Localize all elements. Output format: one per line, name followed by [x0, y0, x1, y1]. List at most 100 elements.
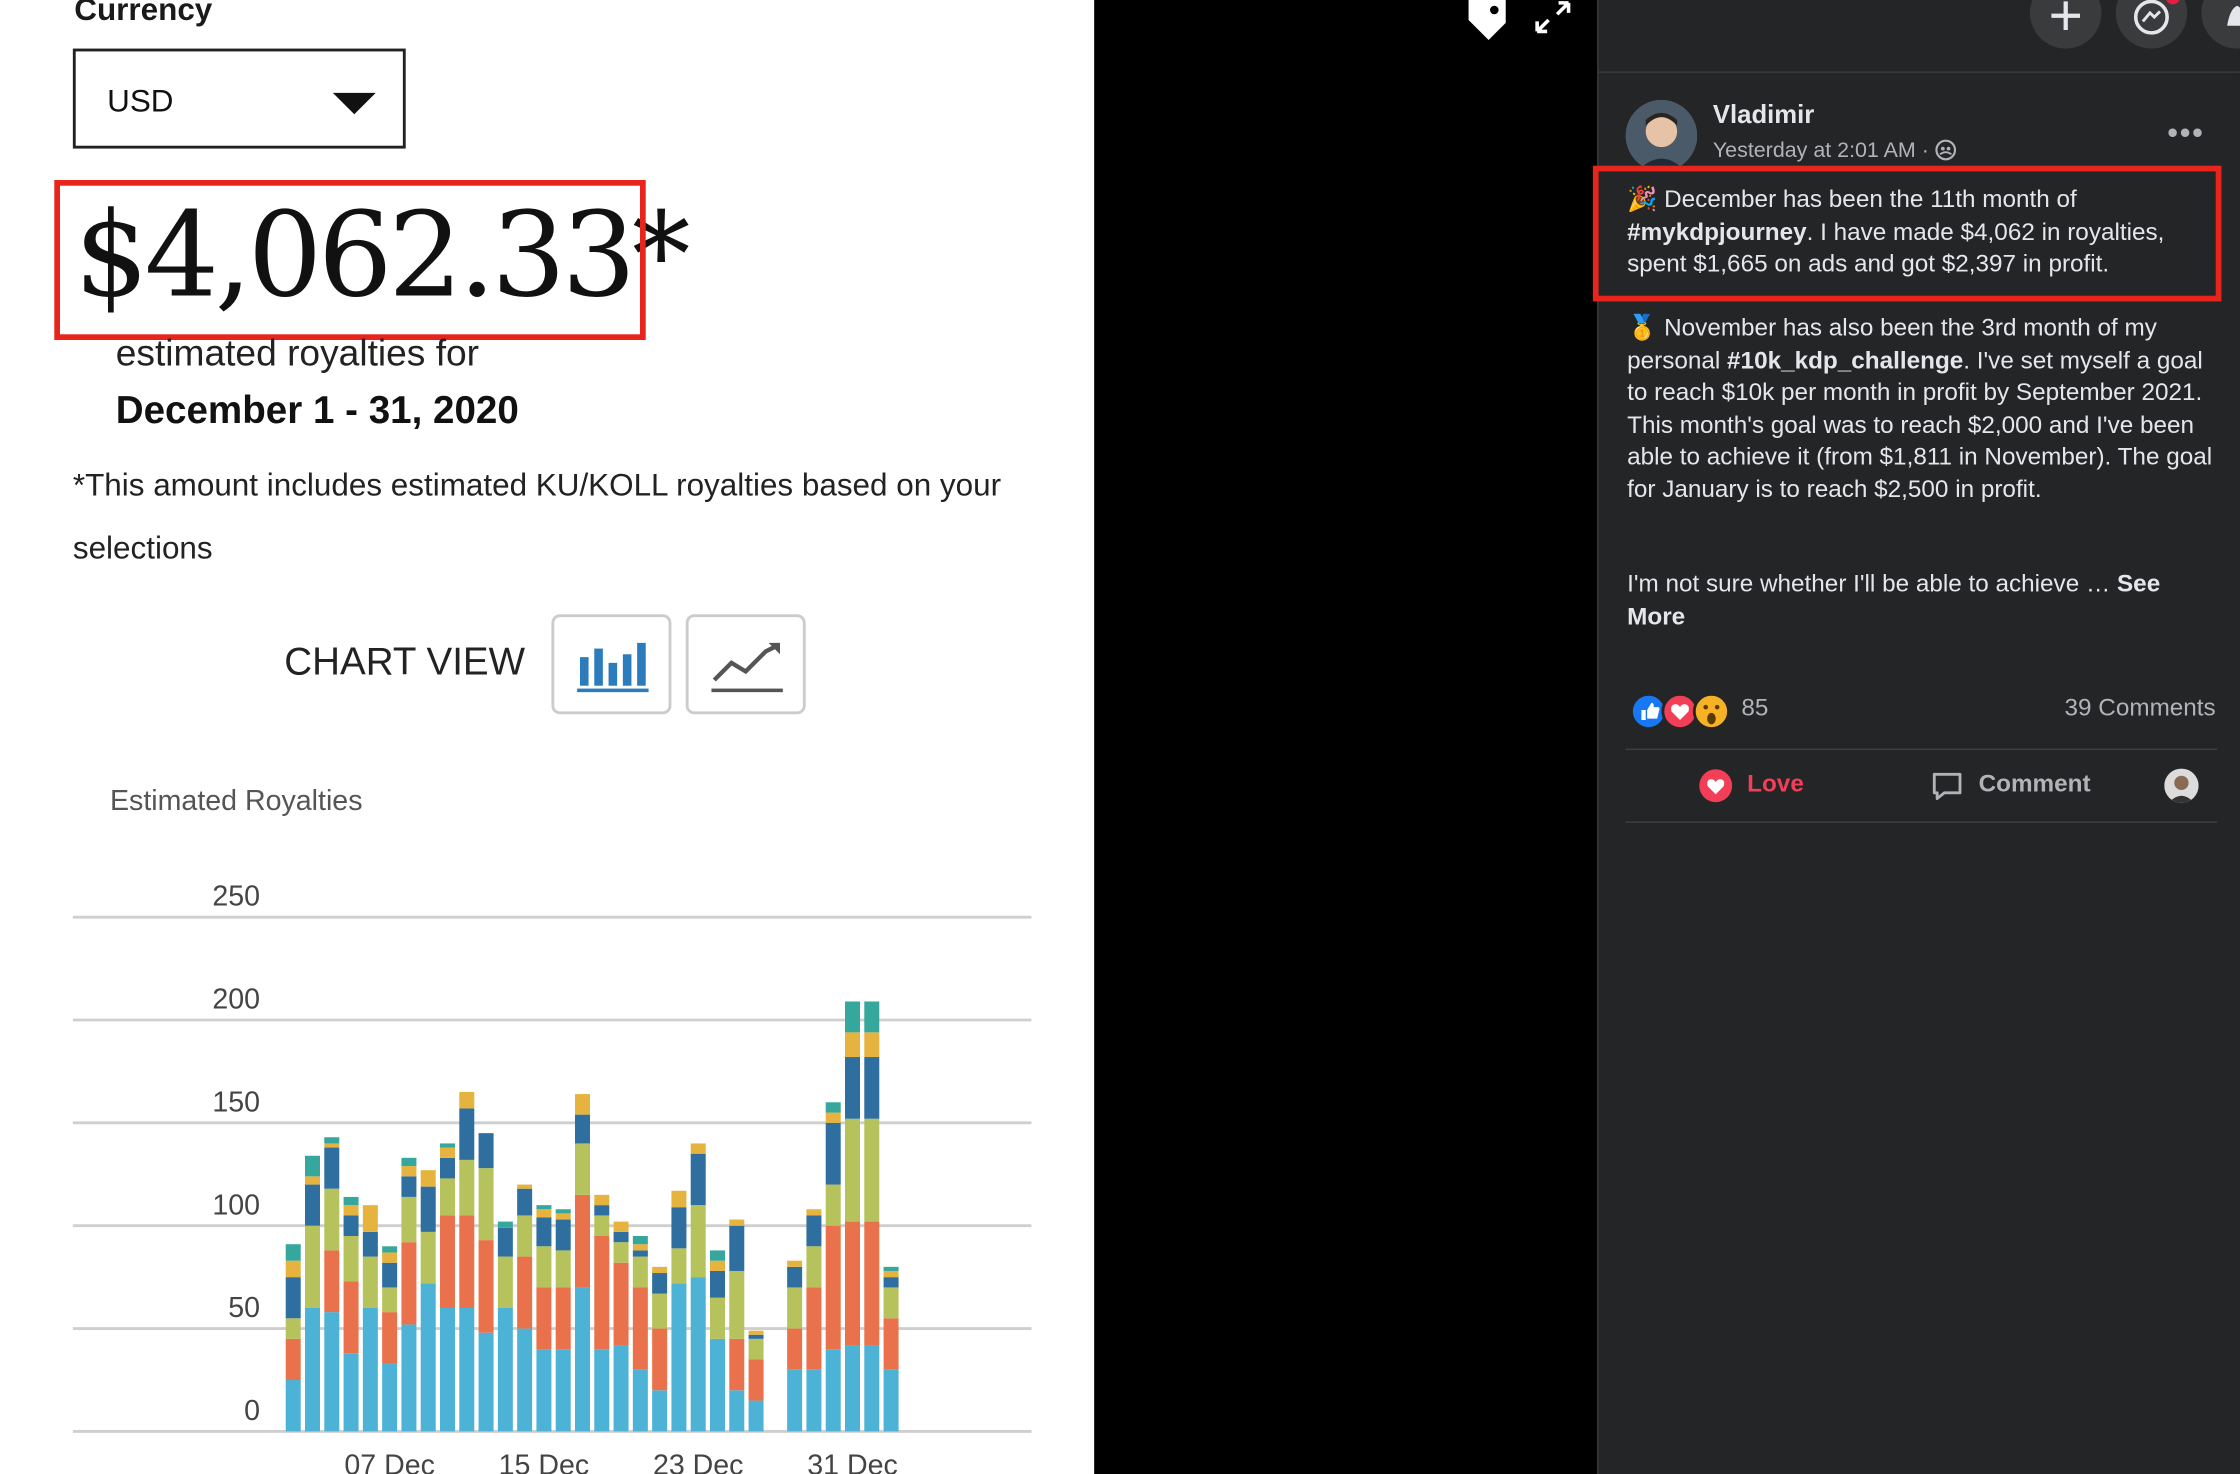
- bar-segment[interactable]: [709, 1270, 725, 1298]
- bar-segment[interactable]: [324, 1188, 340, 1251]
- bar-segment[interactable]: [806, 1215, 822, 1247]
- bar-segment[interactable]: [883, 1270, 899, 1278]
- bar-segment[interactable]: [382, 1287, 398, 1313]
- bar-segment[interactable]: [555, 1287, 571, 1350]
- bar-segment[interactable]: [439, 1143, 455, 1148]
- bar-segment[interactable]: [748, 1330, 764, 1335]
- bar-segment[interactable]: [343, 1205, 359, 1216]
- viewer-avatar[interactable]: [2164, 768, 2199, 803]
- bar-segment[interactable]: [883, 1266, 899, 1271]
- bar-segment[interactable]: [864, 1221, 880, 1346]
- currency-select[interactable]: USD: [72, 48, 406, 149]
- bar-segment[interactable]: [825, 1112, 841, 1123]
- bar-segment[interactable]: [632, 1287, 648, 1370]
- bar-segment[interactable]: [517, 1256, 533, 1329]
- bar-segment[interactable]: [285, 1338, 301, 1380]
- post-timestamp[interactable]: Yesterday at 2:01 AM ·: [1713, 139, 1958, 163]
- bar-segment[interactable]: [497, 1221, 513, 1228]
- line-chart-view-button[interactable]: [685, 614, 806, 715]
- bar-segment[interactable]: [690, 1143, 706, 1154]
- bar-segment[interactable]: [844, 1032, 860, 1058]
- author-avatar[interactable]: [1625, 99, 1698, 172]
- bar-segment[interactable]: [844, 1345, 860, 1432]
- bar-segment[interactable]: [304, 1307, 320, 1432]
- bar-segment[interactable]: [652, 1328, 668, 1391]
- bar-segment[interactable]: [632, 1244, 648, 1251]
- bar-segment[interactable]: [594, 1235, 610, 1350]
- bar-segment[interactable]: [401, 1324, 417, 1432]
- bar-segment[interactable]: [536, 1349, 552, 1432]
- bar-segment[interactable]: [497, 1227, 513, 1257]
- author-name[interactable]: Vladimir: [1713, 100, 1814, 130]
- bar-segment[interactable]: [864, 1345, 880, 1432]
- bar-segment[interactable]: [574, 1143, 590, 1195]
- bar-segment[interactable]: [652, 1266, 668, 1274]
- bar-segment[interactable]: [883, 1277, 899, 1288]
- bar-segment[interactable]: [883, 1318, 899, 1370]
- bar-segment[interactable]: [420, 1170, 436, 1187]
- bar-segment[interactable]: [864, 1032, 880, 1058]
- bar-segment[interactable]: [285, 1260, 301, 1278]
- bar-segment[interactable]: [806, 1246, 822, 1288]
- bar-segment[interactable]: [401, 1196, 417, 1243]
- bar-segment[interactable]: [574, 1114, 590, 1144]
- bar-segment[interactable]: [439, 1307, 455, 1432]
- bar-segment[interactable]: [729, 1219, 745, 1226]
- bar-segment[interactable]: [844, 1118, 860, 1222]
- bar-segment[interactable]: [613, 1221, 629, 1232]
- bar-segment[interactable]: [324, 1137, 340, 1144]
- messenger-button[interactable]: [2115, 0, 2188, 49]
- bar-segment[interactable]: [285, 1277, 301, 1319]
- bar-segment[interactable]: [787, 1260, 803, 1267]
- bar-segment[interactable]: [324, 1312, 340, 1432]
- bar-segment[interactable]: [613, 1345, 629, 1432]
- bar-segment[interactable]: [536, 1205, 552, 1210]
- bar-segment[interactable]: [594, 1205, 610, 1216]
- bar-segment[interactable]: [787, 1328, 803, 1370]
- bar-segment[interactable]: [709, 1338, 725, 1432]
- bar-segment[interactable]: [632, 1250, 648, 1257]
- bar-segment[interactable]: [401, 1157, 417, 1167]
- bar-segment[interactable]: [517, 1188, 533, 1216]
- bar-segment[interactable]: [343, 1353, 359, 1432]
- bar-segment[interactable]: [478, 1168, 494, 1241]
- notifications-button[interactable]: [2201, 0, 2240, 49]
- bar-segment[interactable]: [459, 1307, 475, 1432]
- bar-segment[interactable]: [748, 1359, 764, 1401]
- bar-segment[interactable]: [555, 1250, 571, 1288]
- bar-segment[interactable]: [555, 1209, 571, 1214]
- bar-segment[interactable]: [709, 1250, 725, 1261]
- bar-segment[interactable]: [478, 1332, 494, 1432]
- bar-segment[interactable]: [709, 1297, 725, 1339]
- bar-segment[interactable]: [787, 1266, 803, 1288]
- bar-segment[interactable]: [555, 1349, 571, 1432]
- bar-segment[interactable]: [420, 1231, 436, 1284]
- bar-segment[interactable]: [864, 1057, 880, 1119]
- bar-segment[interactable]: [825, 1225, 841, 1350]
- bar-segment[interactable]: [844, 1057, 860, 1119]
- bar-segment[interactable]: [536, 1287, 552, 1350]
- bar-segment[interactable]: [844, 1221, 860, 1346]
- bar-segment[interactable]: [439, 1178, 455, 1216]
- bar-segment[interactable]: [825, 1102, 841, 1113]
- bar-segment[interactable]: [574, 1094, 590, 1115]
- bar-segment[interactable]: [729, 1390, 745, 1432]
- bar-segment[interactable]: [401, 1242, 417, 1325]
- bar-segment[interactable]: [439, 1157, 455, 1179]
- bar-segment[interactable]: [517, 1184, 533, 1189]
- bar-segment[interactable]: [864, 1001, 880, 1033]
- reaction-count[interactable]: 85: [1741, 694, 1768, 723]
- bar-segment[interactable]: [594, 1194, 610, 1206]
- bar-segment[interactable]: [613, 1242, 629, 1263]
- bar-segment[interactable]: [748, 1400, 764, 1432]
- bar-segment[interactable]: [285, 1244, 301, 1261]
- bar-segment[interactable]: [459, 1159, 475, 1216]
- expand-icon[interactable]: [1531, 0, 1574, 37]
- bar-segment[interactable]: [555, 1213, 571, 1220]
- bar-segment[interactable]: [864, 1118, 880, 1222]
- create-button[interactable]: [2029, 0, 2102, 49]
- bar-segment[interactable]: [632, 1256, 648, 1288]
- bar-segment[interactable]: [825, 1122, 841, 1185]
- bar-segment[interactable]: [362, 1231, 378, 1257]
- love-button[interactable]: Love: [1699, 766, 1870, 809]
